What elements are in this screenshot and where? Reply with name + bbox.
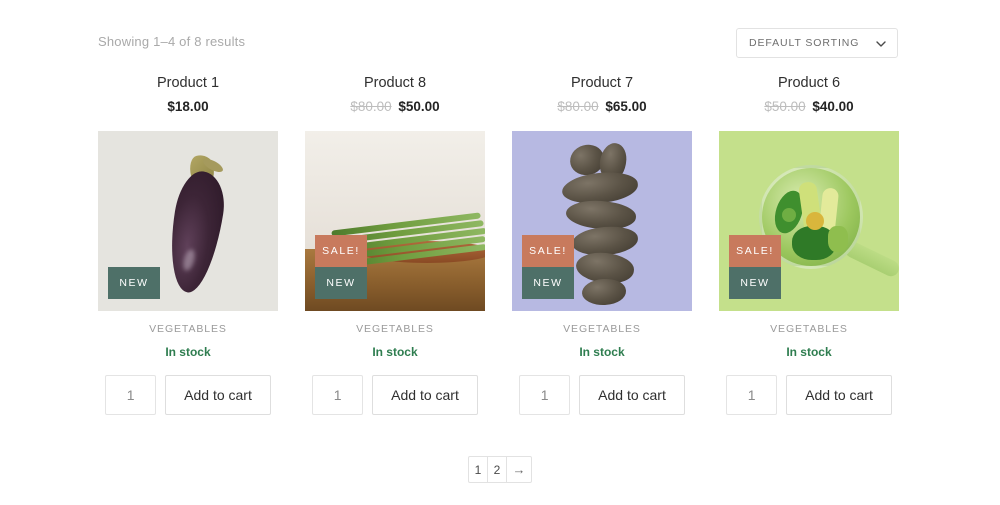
product-price: $50.00 $40.00 bbox=[719, 99, 899, 115]
product-price-current: $40.00 bbox=[812, 99, 854, 114]
product-category[interactable]: VEGETABLES bbox=[719, 323, 899, 335]
product-title[interactable]: Product 1 bbox=[98, 74, 278, 92]
product-badges: SALE! NEW bbox=[522, 235, 574, 299]
product-category[interactable]: VEGETABLES bbox=[512, 323, 692, 335]
shop-toolbar: Showing 1–4 of 8 results DEFAULT SORTING bbox=[98, 28, 898, 64]
product-category[interactable]: VEGETABLES bbox=[305, 323, 485, 335]
badge-new: NEW bbox=[315, 267, 367, 299]
product-price-current: $65.00 bbox=[605, 99, 647, 114]
product-stock-status: In stock bbox=[165, 345, 211, 359]
product-stock-status: In stock bbox=[579, 345, 625, 359]
badge-sale: SALE! bbox=[315, 235, 367, 267]
chevron-down-icon bbox=[876, 41, 886, 47]
product-badges: NEW bbox=[108, 267, 160, 299]
quantity-input[interactable]: 1 bbox=[312, 375, 364, 415]
pagination: 1 2 → bbox=[0, 456, 1000, 483]
product-price-original: $50.00 bbox=[764, 99, 806, 114]
pagination-list: 1 2 → bbox=[468, 456, 532, 483]
add-to-cart-button[interactable]: Add to cart bbox=[165, 375, 271, 415]
product-price: $80.00 $65.00 bbox=[512, 99, 692, 115]
product-badges: SALE! NEW bbox=[315, 235, 367, 299]
product-card[interactable]: Product 6 $50.00 $40.00 SALE! NEW VEGETA… bbox=[719, 74, 899, 415]
product-title[interactable]: Product 7 bbox=[512, 74, 692, 92]
product-image[interactable]: SALE! NEW bbox=[512, 131, 692, 311]
add-to-cart-row: 1 Add to cart bbox=[305, 375, 485, 415]
product-image[interactable]: SALE! NEW bbox=[719, 131, 899, 311]
sorting-select-label: DEFAULT SORTING bbox=[749, 37, 860, 49]
badge-new: NEW bbox=[729, 267, 781, 299]
product-image[interactable]: NEW bbox=[98, 131, 278, 311]
product-card[interactable]: Product 7 $80.00 $65.00 SALE! NEW VEGETA… bbox=[512, 74, 692, 415]
product-badges: SALE! NEW bbox=[729, 235, 781, 299]
product-title[interactable]: Product 6 bbox=[719, 74, 899, 92]
pagination-page-1[interactable]: 1 bbox=[469, 457, 488, 482]
product-price: $18.00 bbox=[98, 99, 278, 115]
badge-new: NEW bbox=[108, 267, 160, 299]
product-stock-status: In stock bbox=[786, 345, 832, 359]
product-price-original: $80.00 bbox=[350, 99, 392, 114]
product-stock-status: In stock bbox=[372, 345, 418, 359]
badge-new: NEW bbox=[522, 267, 574, 299]
pagination-next-arrow-icon[interactable]: → bbox=[507, 457, 531, 482]
product-title[interactable]: Product 8 bbox=[305, 74, 485, 92]
shop-page: Showing 1–4 of 8 results DEFAULT SORTING… bbox=[0, 0, 1000, 505]
add-to-cart-button[interactable]: Add to cart bbox=[372, 375, 478, 415]
product-card[interactable]: Product 8 $80.00 $50.00 SALE! NEW VEGETA… bbox=[305, 74, 485, 415]
badge-sale: SALE! bbox=[522, 235, 574, 267]
quantity-input[interactable]: 1 bbox=[519, 375, 571, 415]
add-to-cart-row: 1 Add to cart bbox=[512, 375, 692, 415]
quantity-input[interactable]: 1 bbox=[105, 375, 157, 415]
result-count: Showing 1–4 of 8 results bbox=[98, 34, 246, 49]
quantity-input[interactable]: 1 bbox=[726, 375, 778, 415]
add-to-cart-button[interactable]: Add to cart bbox=[579, 375, 685, 415]
product-price: $80.00 $50.00 bbox=[305, 99, 485, 115]
pagination-page-2[interactable]: 2 bbox=[488, 457, 507, 482]
product-price-current: $18.00 bbox=[167, 99, 209, 114]
add-to-cart-button[interactable]: Add to cart bbox=[786, 375, 892, 415]
badge-sale: SALE! bbox=[729, 235, 781, 267]
product-image[interactable]: SALE! NEW bbox=[305, 131, 485, 311]
product-card[interactable]: Product 1 $18.00 NEW VEGETABLES In stock… bbox=[98, 74, 278, 415]
add-to-cart-row: 1 Add to cart bbox=[719, 375, 899, 415]
product-price-current: $50.00 bbox=[398, 99, 440, 114]
add-to-cart-row: 1 Add to cart bbox=[98, 375, 278, 415]
product-grid: Product 1 $18.00 NEW VEGETABLES In stock… bbox=[98, 74, 899, 415]
product-category[interactable]: VEGETABLES bbox=[98, 323, 278, 335]
product-price-original: $80.00 bbox=[557, 99, 599, 114]
sorting-select[interactable]: DEFAULT SORTING bbox=[736, 28, 898, 58]
